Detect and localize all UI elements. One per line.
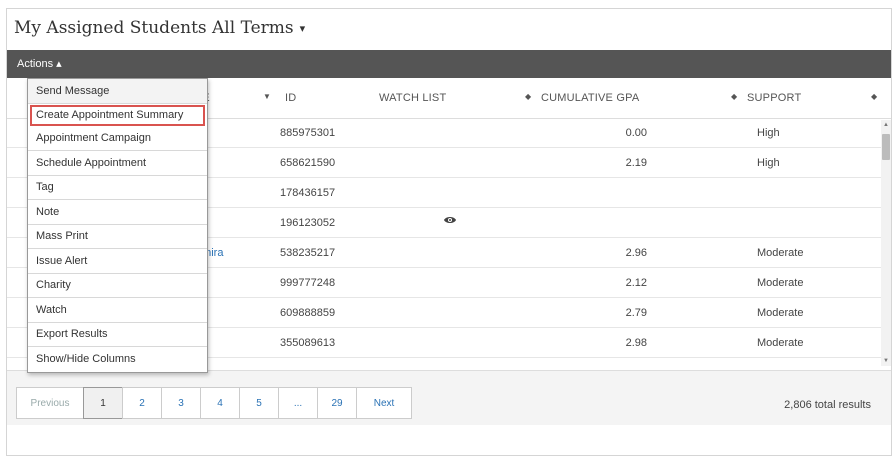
support-level: Moderate [757,277,804,289]
total-results: 2,806 total results [784,399,871,411]
page-title[interactable]: My Assigned Students All Terms ▾ [14,18,305,38]
cumulative-gpa: 2.12 [625,277,647,289]
table-footer: Previous 1 2 3 4 5 ... 29 Next 2,806 tot… [7,370,891,425]
student-id: 885975301 [280,127,336,139]
pagination-next[interactable]: Next [356,387,412,419]
table-toolbar: Actions ▴ [7,50,891,78]
menu-item-show-hide-columns[interactable]: Show/Hide Columns [28,347,207,372]
pagination: Previous 1 2 3 4 5 ... 29 Next [16,387,412,419]
menu-item-note[interactable]: Note [28,200,207,225]
menu-item-create-appointment-summary[interactable]: Create Appointment Summary [30,104,205,126]
cumulative-gpa: 2.96 [625,247,647,259]
student-id: 178436157 [280,187,336,199]
pagination-page-3[interactable]: 3 [161,387,201,419]
cumulative-gpa: 0.00 [625,127,647,139]
pagination-page-5[interactable]: 5 [239,387,279,419]
sort-icon[interactable]: ▼ [263,92,271,101]
student-id: 355089613 [280,337,336,349]
menu-item-schedule-appointment[interactable]: Schedule Appointment [28,151,207,176]
support-level: Moderate [757,307,804,319]
sort-icon[interactable]: ◆ [731,92,737,101]
scrollbar-thumb[interactable] [882,134,890,160]
header-cumulative-gpa[interactable]: CUMULATIVE GPA [541,92,639,104]
actions-dropdown-menu: Send Message Create Appointment Summary … [27,78,208,373]
header-watch-list[interactable]: WATCH LIST [379,92,446,104]
cumulative-gpa: 2.79 [625,307,647,319]
page-title-text: My Assigned Students All Terms [14,18,294,38]
support-level: Moderate [757,247,804,259]
menu-item-appointment-campaign[interactable]: Appointment Campaign [28,126,207,151]
student-id: 538235217 [280,247,336,259]
sort-icon[interactable]: ◆ [871,92,877,101]
pagination-ellipsis: ... [278,387,318,419]
menu-item-tag[interactable]: Tag [28,175,207,200]
pagination-page-2[interactable]: 2 [122,387,162,419]
header-id[interactable]: ID [285,92,296,104]
student-id: 609888859 [280,307,336,319]
cumulative-gpa: 2.98 [625,337,647,349]
student-id: 196123052 [280,217,336,229]
actions-button[interactable]: Actions ▴ [17,57,62,70]
sort-icon[interactable]: ◆ [525,92,531,101]
pagination-page-29[interactable]: 29 [317,387,357,419]
student-id: 658621590 [280,157,336,169]
table-scrollbar[interactable]: ▲ ▼ [881,120,891,366]
pagination-previous[interactable]: Previous [16,387,84,419]
pagination-page-4[interactable]: 4 [200,387,240,419]
support-level: High [757,127,780,139]
support-level: High [757,157,780,169]
cumulative-gpa: 2.19 [625,157,647,169]
support-level: Moderate [757,337,804,349]
chevron-down-icon[interactable]: ▾ [300,22,306,35]
student-id: 999777248 [280,277,336,289]
eye-icon[interactable] [443,214,457,228]
scroll-down-icon[interactable]: ▼ [883,358,889,364]
pagination-page-1[interactable]: 1 [83,387,123,419]
menu-item-watch[interactable]: Watch [28,298,207,323]
menu-item-charity[interactable]: Charity [28,273,207,298]
menu-item-mass-print[interactable]: Mass Print [28,224,207,249]
menu-item-issue-alert[interactable]: Issue Alert [28,249,207,274]
menu-item-export-results[interactable]: Export Results [28,322,207,347]
menu-item-send-message[interactable]: Send Message [28,79,207,104]
header-support[interactable]: SUPPORT [747,92,801,104]
scroll-up-icon[interactable]: ▲ [883,122,889,128]
